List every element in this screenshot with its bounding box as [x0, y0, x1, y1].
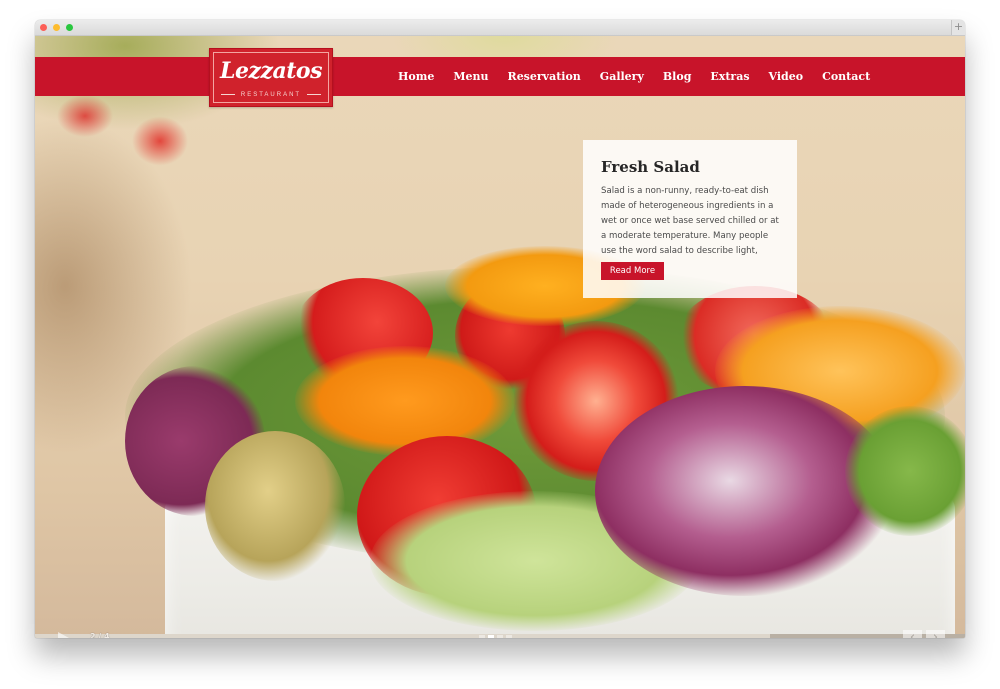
- slide-description: Salad is a non-runny, ready-to-eat dish …: [601, 186, 779, 271]
- minimize-window-button[interactable]: [53, 24, 60, 31]
- nav-blog[interactable]: Blog: [663, 70, 692, 83]
- pagination-dot[interactable]: [506, 635, 512, 638]
- page-viewport: Home Menu Reservation Gallery Blog Extra…: [35, 36, 965, 638]
- title-bar: +: [35, 20, 965, 36]
- frisee-greens: [845, 406, 965, 536]
- olive: [205, 431, 345, 581]
- slide-progress-fill: [35, 634, 770, 638]
- new-tab-button[interactable]: +: [951, 20, 965, 35]
- read-more-button[interactable]: Read More: [601, 262, 664, 280]
- nav-home[interactable]: Home: [398, 70, 434, 83]
- logo-frame: Lezzatos RESTAURANT: [213, 52, 329, 103]
- nav-gallery[interactable]: Gallery: [600, 70, 644, 83]
- maximize-window-button[interactable]: [66, 24, 73, 31]
- nav-menu[interactable]: Menu: [453, 70, 488, 83]
- nav-reservation[interactable]: Reservation: [508, 70, 581, 83]
- logo-name: Lezzatos: [220, 58, 322, 84]
- main-menu: Home Menu Reservation Gallery Blog Extra…: [398, 57, 889, 96]
- slide-caption-box: Fresh Salad Salad is a non-runny, ready-…: [583, 140, 797, 298]
- slide-title: Fresh Salad: [601, 158, 700, 176]
- nav-video[interactable]: Video: [769, 70, 804, 83]
- pagination-dot[interactable]: [497, 635, 503, 638]
- play-icon[interactable]: [58, 632, 69, 638]
- brand-logo[interactable]: Lezzatos RESTAURANT: [209, 48, 333, 107]
- slide-pagination: [479, 635, 512, 638]
- pagination-dot[interactable]: [479, 635, 485, 638]
- nav-contact[interactable]: Contact: [822, 70, 870, 83]
- hero-slide-image: [35, 36, 965, 638]
- prev-slide-button[interactable]: ‹: [903, 630, 922, 638]
- logo-tagline: RESTAURANT: [214, 92, 328, 98]
- close-window-button[interactable]: [40, 24, 47, 31]
- nav-extras[interactable]: Extras: [710, 70, 749, 83]
- browser-window: + Home Menu Reservation Gallery Blog Ext…: [35, 20, 965, 638]
- orange-pepper: [295, 346, 515, 456]
- slide-counter: 2 / 4: [90, 632, 110, 638]
- chevron-right-icon: ›: [932, 630, 939, 638]
- chevron-left-icon: ‹: [909, 630, 916, 638]
- next-slide-button[interactable]: ›: [926, 630, 945, 638]
- pagination-dot-active[interactable]: [488, 635, 494, 638]
- main-navbar: Home Menu Reservation Gallery Blog Extra…: [35, 57, 965, 96]
